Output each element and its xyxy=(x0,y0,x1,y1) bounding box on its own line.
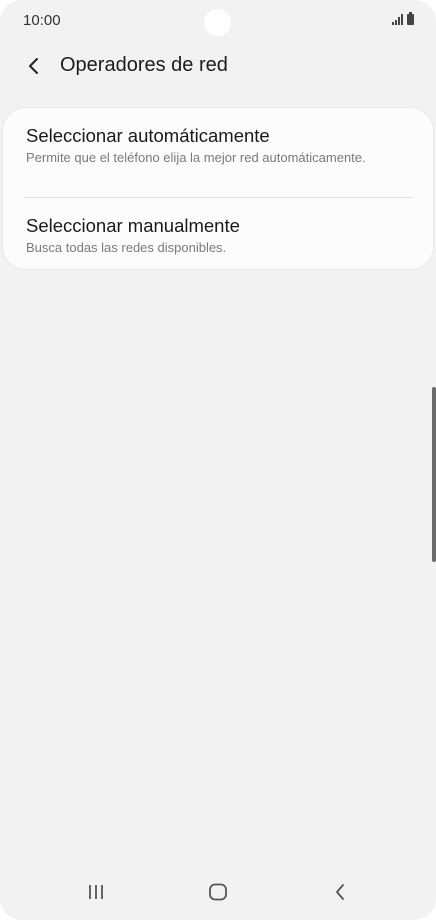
battery-icon xyxy=(407,12,414,25)
page-title: Operadores de red xyxy=(60,54,228,76)
camera-cutout xyxy=(204,9,231,36)
chevron-left-icon xyxy=(29,58,38,74)
nav-back-button[interactable] xyxy=(320,876,360,908)
option-title: Seleccionar automáticamente xyxy=(26,125,270,146)
back-button[interactable] xyxy=(18,50,50,82)
recent-apps-icon xyxy=(89,885,103,899)
option-description: Permite que el teléfono elija la mejor r… xyxy=(26,150,366,165)
status-time: 10:00 xyxy=(23,12,61,29)
network-options-card: Seleccionar automáticamente Permite que … xyxy=(2,107,434,270)
signal-icon xyxy=(392,14,403,25)
option-select-manually[interactable]: Seleccionar manualmente Busca todas las … xyxy=(3,214,433,256)
option-description: Busca todas las redes disponibles. xyxy=(26,240,227,255)
home-button[interactable] xyxy=(198,876,238,908)
navigation-bar xyxy=(0,864,436,920)
status-bar: 10:00 xyxy=(0,0,436,44)
header: Operadores de red xyxy=(0,44,436,88)
phone-screen: 10:00 Operadores de red Seleccionar auto… xyxy=(0,0,436,920)
scroll-indicator[interactable] xyxy=(432,387,436,562)
status-icons xyxy=(392,12,414,25)
option-title: Seleccionar manualmente xyxy=(26,215,240,236)
back-icon xyxy=(336,884,344,900)
recent-apps-button[interactable] xyxy=(76,876,116,908)
option-select-automatically[interactable]: Seleccionar automáticamente Permite que … xyxy=(3,124,433,166)
home-icon xyxy=(209,883,227,901)
divider xyxy=(23,197,413,198)
